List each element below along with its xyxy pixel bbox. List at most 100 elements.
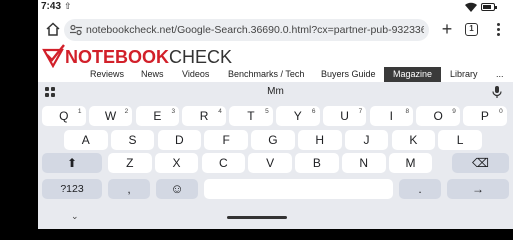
key-s[interactable]: S xyxy=(110,129,155,150)
nav-item-magazine[interactable]: Magazine xyxy=(384,67,442,82)
key-hint: 0 xyxy=(499,108,503,115)
key-label: S xyxy=(128,132,137,147)
address-bar[interactable]: notebookcheck.net/Google-Search.36690.0.… xyxy=(64,19,429,41)
key-label: W xyxy=(104,109,117,123)
key-h[interactable]: H xyxy=(298,129,342,150)
new-tab-button[interactable]: + xyxy=(439,19,455,39)
key-label: R xyxy=(199,109,209,123)
period-key[interactable]: . xyxy=(399,179,441,199)
status-bar: 7:43 ⇧ xyxy=(38,0,513,14)
key-label: K xyxy=(409,132,418,147)
notebookcheck-logo-icon[interactable] xyxy=(42,44,66,68)
key-z[interactable]: Z xyxy=(108,153,152,173)
key-label: C xyxy=(219,156,228,170)
key-label: H xyxy=(315,132,325,147)
key-a[interactable]: A xyxy=(64,129,108,150)
key-v[interactable]: V xyxy=(248,153,292,173)
logo-part-notebook: NOTEBOOK xyxy=(65,47,170,67)
key-hint: 6 xyxy=(311,108,316,115)
emoji-key[interactable]: ☺ xyxy=(156,179,198,199)
key-label: D xyxy=(175,132,184,147)
key-hint: 7 xyxy=(358,108,363,115)
key-label: T xyxy=(247,109,255,123)
key-i[interactable]: I8 xyxy=(369,106,414,126)
key-label: G xyxy=(268,132,278,147)
shift-key[interactable]: ⬆ xyxy=(42,153,102,173)
key-g[interactable]: G xyxy=(251,129,295,150)
key-label: U xyxy=(340,109,349,123)
key-c[interactable]: C xyxy=(201,153,246,173)
key-y[interactable]: Y6 xyxy=(276,106,320,126)
key-label: I xyxy=(389,109,394,123)
microphone-icon[interactable] xyxy=(490,85,504,99)
nav-item-reviews[interactable]: Reviews xyxy=(90,67,124,82)
key-x[interactable]: X xyxy=(154,153,199,173)
status-time: 7:43 xyxy=(41,1,62,12)
nav-item-more[interactable]: ... xyxy=(496,67,504,82)
space-key[interactable] xyxy=(204,179,393,199)
key-d[interactable]: D xyxy=(157,129,202,150)
site-logo[interactable]: NOTEBOOKCHECK xyxy=(65,47,232,68)
key-label: Y xyxy=(293,109,302,123)
key-f[interactable]: F xyxy=(204,129,248,150)
key-t[interactable]: T5 xyxy=(229,106,273,126)
nav-item-videos[interactable]: Videos xyxy=(182,67,209,82)
wifi-icon xyxy=(465,2,477,12)
key-label: N xyxy=(359,156,369,170)
key-k[interactable]: K xyxy=(391,129,436,150)
key-hint: 2 xyxy=(124,108,129,115)
symbols-key[interactable]: ?123 xyxy=(42,179,102,199)
key-j[interactable]: J xyxy=(344,129,389,150)
key-label: M xyxy=(405,156,416,170)
comma-key[interactable]: , xyxy=(108,179,150,199)
key-hint: 5 xyxy=(265,108,269,115)
key-w[interactable]: W2 xyxy=(88,106,133,126)
key-r[interactable]: R4 xyxy=(182,106,226,126)
key-m[interactable]: M xyxy=(388,153,433,173)
key-label: Z xyxy=(126,156,134,170)
overflow-menu-icon[interactable] xyxy=(493,21,503,37)
battery-icon xyxy=(481,3,497,11)
key-u[interactable]: U7 xyxy=(322,106,367,126)
nav-item-news[interactable]: News xyxy=(141,67,164,82)
browser-toolbar: notebookcheck.net/Google-Search.36690.0.… xyxy=(38,17,513,43)
browser-window: 7:43 ⇧ notebookcheck.net/Google-Search.3… xyxy=(38,0,513,229)
suggestion-word[interactable]: Mm xyxy=(38,86,513,97)
site-settings-icon[interactable] xyxy=(70,24,82,36)
nav-item-benchmarks[interactable]: Benchmarks / Tech xyxy=(228,67,304,82)
key-q[interactable]: Q1 xyxy=(42,106,86,126)
key-label: F xyxy=(222,132,230,147)
key-label: O xyxy=(433,109,443,123)
on-screen-keyboard: Mm Q1W2E3R4T5Y6U7I8O9P0 ASDFGHJKL ⬆ ZXCV… xyxy=(38,82,513,229)
key-hint: 9 xyxy=(452,108,456,115)
key-label: E xyxy=(153,109,162,123)
key-o[interactable]: O9 xyxy=(416,106,460,126)
key-n[interactable]: N xyxy=(342,153,386,173)
key-label: L xyxy=(456,132,464,147)
key-label: A xyxy=(81,132,90,147)
nav-item-library[interactable]: Library xyxy=(450,67,478,82)
enter-key[interactable]: → xyxy=(447,179,509,199)
keyboard-suggestion-bar: Mm xyxy=(38,82,513,102)
key-p[interactable]: P0 xyxy=(463,106,507,126)
upload-icon: ⇧ xyxy=(64,1,72,11)
keyboard-hide-chevron-icon[interactable]: ⌄ xyxy=(71,211,79,222)
home-indicator[interactable] xyxy=(227,216,287,219)
key-hint: 4 xyxy=(218,108,222,115)
logo-part-check: CHECK xyxy=(169,47,233,67)
tab-switcher-button[interactable]: 1 xyxy=(465,23,478,36)
key-e[interactable]: E3 xyxy=(135,106,180,126)
backspace-key[interactable]: ⌫ xyxy=(452,153,509,173)
key-label: Q xyxy=(59,109,69,123)
site-nav: Reviews News Videos Benchmarks / Tech Bu… xyxy=(38,67,513,82)
key-l[interactable]: L xyxy=(438,129,482,150)
key-label: J xyxy=(363,132,370,147)
nav-item-buyers-guide[interactable]: Buyers Guide xyxy=(321,67,376,82)
key-label: P xyxy=(480,109,489,123)
key-label: V xyxy=(266,156,275,170)
key-hint: 3 xyxy=(171,108,176,115)
key-hint: 8 xyxy=(405,108,410,115)
url-text: notebookcheck.net/Google-Search.36690.0.… xyxy=(86,24,424,36)
key-b[interactable]: B xyxy=(295,153,339,173)
home-icon[interactable] xyxy=(45,21,61,37)
